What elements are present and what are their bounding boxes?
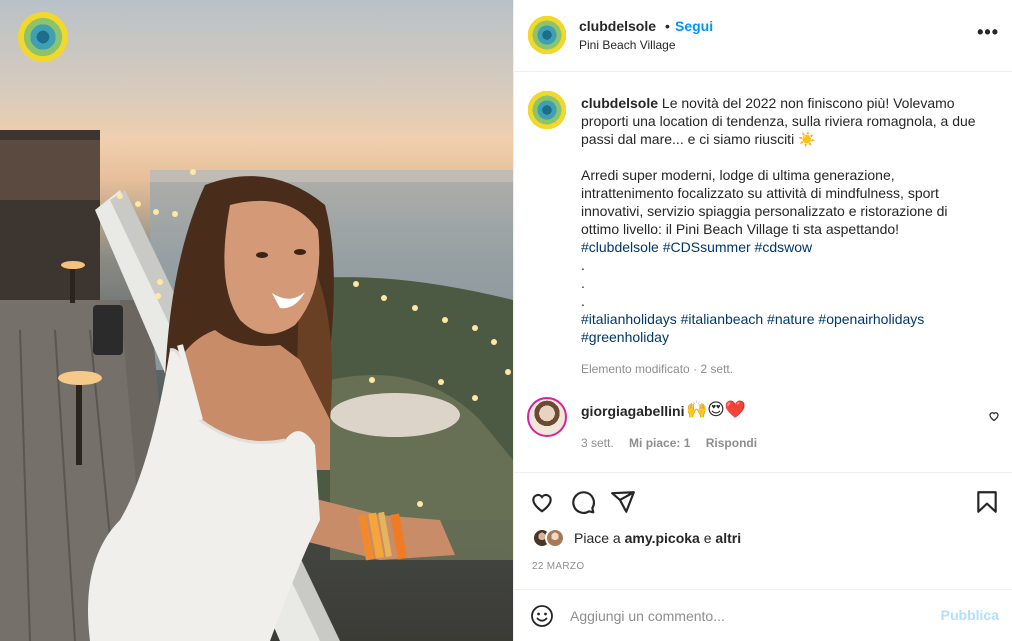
likes-others-link[interactable]: altri (715, 530, 741, 546)
brand-logo (18, 12, 68, 62)
comment-likes-link[interactable]: Mi piace: 1 (629, 436, 690, 450)
author-avatar[interactable] (527, 15, 567, 55)
post-comment-button[interactable]: Pubblica (941, 607, 999, 623)
post-actions (514, 472, 1012, 532)
separator-dot: • (665, 18, 670, 34)
comment-meta: 3 sett. Mi piace: 1 Rispondi (581, 436, 769, 450)
hashtag[interactable]: #CDSsummer (663, 239, 751, 255)
caption-body: Le novità del 2022 non finiscono più! Vo… (581, 95, 976, 237)
comment-text: 🙌😍❤️ (686, 400, 747, 419)
more-options-icon[interactable]: ••• (977, 22, 999, 43)
hashtag[interactable]: #italianbeach (681, 311, 764, 327)
caption-avatar[interactable] (527, 90, 567, 130)
caption-dots: . . . (581, 257, 585, 309)
photo-scene (0, 130, 513, 641)
likes-text: Piace a amy.picoka e altri (574, 530, 741, 546)
reply-button[interactable]: Rispondi (706, 436, 757, 450)
post-details-panel: clubdelsole • Segui Pini Beach Village •… (513, 0, 1012, 641)
post-header: clubdelsole • Segui Pini Beach Village •… (514, 0, 1012, 72)
post-location[interactable]: Pini Beach Village (579, 38, 676, 52)
emoji-icon[interactable] (530, 604, 554, 628)
liker-username[interactable]: amy.picoka (625, 530, 700, 546)
comment-item: giorgiagabellini 🙌😍❤️ 3 sett. Mi piace: … (514, 393, 1012, 463)
post-date: 22 MARZO (532, 561, 585, 572)
hashtag[interactable]: #italianholidays (581, 311, 677, 327)
comment-icon[interactable] (570, 489, 596, 515)
post-photo[interactable] (0, 0, 513, 641)
commenter-username[interactable]: giorgiagabellini (581, 403, 684, 419)
caption-username[interactable]: clubdelsole (581, 95, 658, 111)
liker-avatar (545, 528, 565, 548)
add-comment-bar: Pubblica (514, 589, 1012, 641)
hashtag[interactable]: #greenholiday (581, 329, 669, 345)
hashtag[interactable]: #nature (767, 311, 814, 327)
likes-middle: e (699, 530, 716, 546)
share-icon[interactable] (610, 489, 636, 515)
likes-prefix: Piace a (574, 530, 625, 546)
commenter-avatar[interactable] (527, 397, 567, 437)
hashtag[interactable]: #openairholidays (818, 311, 924, 327)
comment-time: 3 sett. (581, 436, 614, 450)
heart-icon[interactable] (529, 489, 555, 515)
hashtag[interactable]: #clubdelsole (581, 239, 659, 255)
bookmark-icon[interactable] (974, 489, 1000, 515)
hashtag[interactable]: #cdswow (755, 239, 813, 255)
author-username[interactable]: clubdelsole (579, 18, 656, 34)
edited-label: Elemento modificato · 2 sett. (581, 362, 734, 376)
caption-text: clubdelsole Le novità del 2022 non finis… (581, 94, 981, 346)
comment-like-heart-icon[interactable] (988, 410, 1000, 422)
follow-button[interactable]: Segui (675, 18, 713, 34)
comment-input[interactable] (570, 604, 910, 628)
